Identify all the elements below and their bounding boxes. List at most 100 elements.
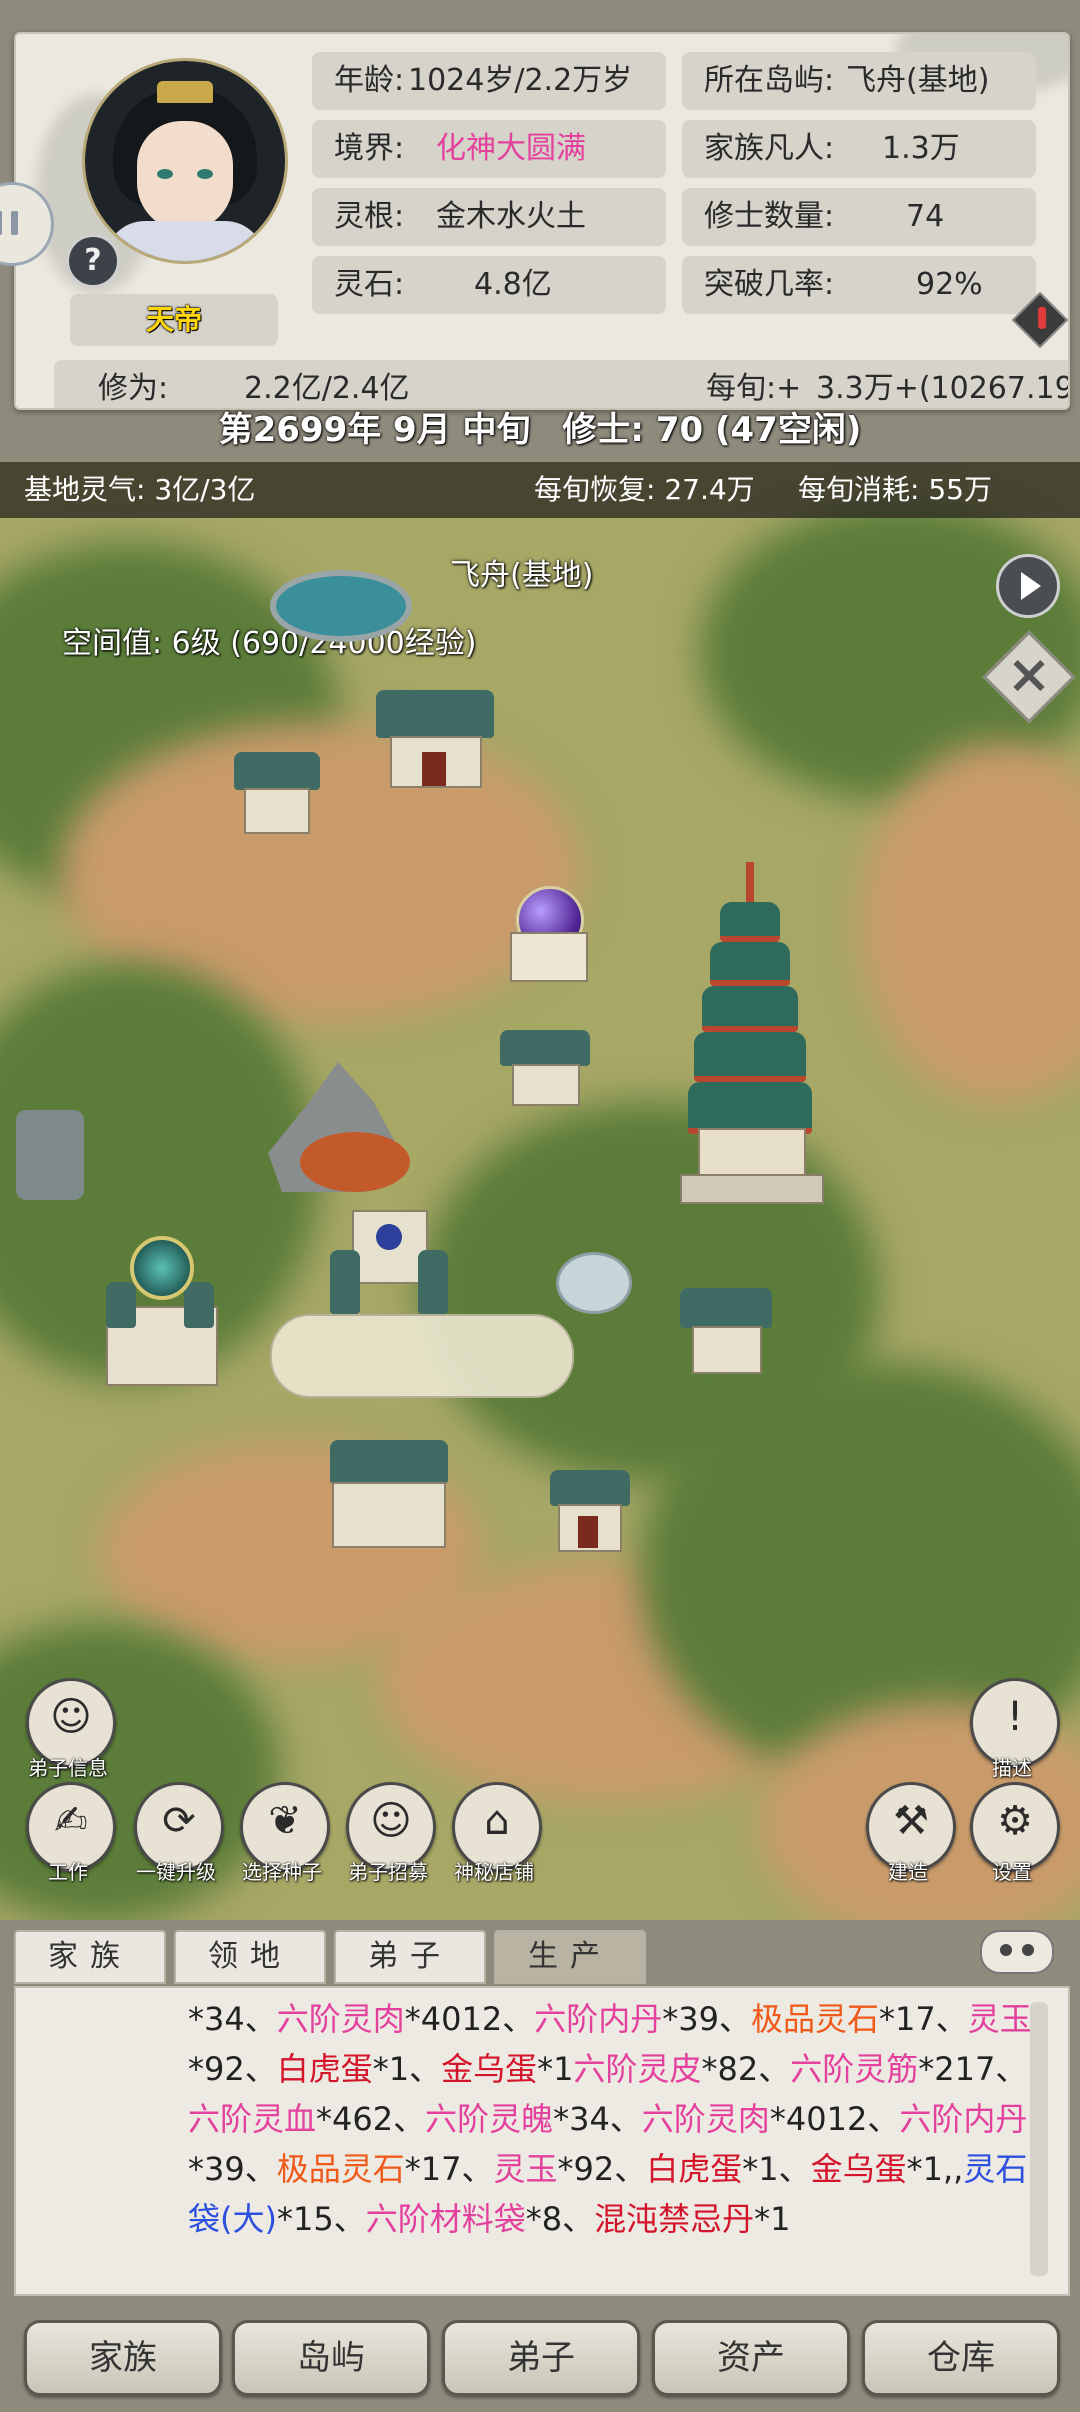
breakthrough-value: 92% (916, 267, 983, 302)
breakthrough-stat: 突破几率: 92% (682, 256, 1036, 314)
log-item-count: *1 (537, 2050, 574, 2088)
cultivators-stat: 修士数量: 74 (682, 188, 1036, 246)
nav-warehouse[interactable]: 仓库 (862, 2320, 1060, 2396)
log-item-name: 灵玉 (967, 2000, 1032, 2038)
tab-family[interactable]: 家族 (14, 1930, 166, 1984)
spirit-pond[interactable] (270, 570, 412, 642)
build-label: 建造 (888, 1860, 928, 1884)
log-item-count: *15、 (276, 2200, 366, 2238)
production-log[interactable]: *34、六阶灵肉*4012、六阶内丹*39、极品灵石*17、灵玉*92、白虎蛋*… (14, 1986, 1070, 2296)
workshop[interactable] (330, 1440, 448, 1550)
player-avatar[interactable] (82, 58, 288, 264)
bottom-panel: 家族 领地 弟子 生产 *34、六阶灵肉*4012、六阶内丹*39、极品灵石*1… (0, 1920, 1080, 2412)
log-item-name: 六阶灵肉 (276, 2000, 405, 2038)
cultivators-label: 修士数量: (704, 199, 835, 234)
hall-building[interactable] (376, 690, 494, 790)
log-item-count: *82、 (701, 2050, 791, 2088)
pavilion[interactable] (500, 1030, 590, 1106)
side-house[interactable] (680, 1288, 772, 1376)
age-stat: 年龄: 1024岁/2.2万岁 (312, 52, 666, 110)
log-item-count: *34、 (188, 2000, 277, 2038)
mortals-label: 家族凡人: (704, 131, 835, 166)
top-frame: 天帝 年龄: 1024岁/2.2万岁 境界: 化神大圆满 灵根: 金木水火土 灵… (0, 0, 1080, 462)
log-item-name: 六阶灵肉 (641, 2100, 770, 2138)
shop-label: 神秘店铺 (454, 1860, 534, 1884)
game-date: 第2699年 9月 中旬 (218, 410, 531, 450)
log-item-count: *4012、 (769, 2100, 900, 2138)
log-item-count: *1,, (906, 2150, 964, 2188)
pagoda-tower[interactable] (680, 862, 824, 1204)
teleport-orb[interactable] (130, 1236, 194, 1300)
log-item-name: 极品灵石 (276, 2150, 405, 2188)
log-item-count: *39、 (188, 2150, 277, 2188)
cloud-ornament-icon[interactable] (980, 1930, 1054, 1974)
tab-production[interactable]: 生产 (494, 1930, 646, 1984)
fountain[interactable] (556, 1252, 632, 1314)
realm-stat: 境界: 化神大圆满 (312, 120, 666, 178)
tab-territory[interactable]: 领地 (174, 1930, 326, 1984)
cultivators-value: 74 (906, 199, 945, 234)
base-map[interactable]: 基地灵气: 3亿/3亿 每旬恢复: 27.4万 每旬消耗: 55万 飞舟(基地)… (0, 462, 1080, 1920)
help-icon[interactable]: ? (66, 234, 120, 288)
nav-island[interactable]: 岛屿 (232, 2320, 430, 2396)
realm-label: 境界: (334, 131, 405, 166)
altar-building[interactable] (330, 1210, 450, 1320)
log-item-name: 六阶内丹 (534, 2000, 663, 2038)
resource-bar: 基地灵气: 3亿/3亿 每旬恢复: 27.4万 每旬消耗: 55万 (0, 462, 1080, 518)
map-title: 飞舟(基地) (450, 558, 594, 593)
log-item-count: *1 (754, 2200, 791, 2238)
disciple-info-label: 弟子信息 (28, 1756, 108, 1780)
small-house[interactable] (234, 752, 320, 838)
play-icon[interactable] (996, 554, 1060, 618)
log-item-name: 金乌蛋 (441, 2050, 538, 2088)
breakthrough-label: 突破几率: (704, 267, 835, 302)
log-item-count: *34、 (553, 2100, 642, 2138)
log-item-name: 六阶灵筋 (790, 2050, 919, 2088)
mortals-stat: 家族凡人: 1.3万 (682, 120, 1036, 178)
tab-bar: 家族 领地 弟子 生产 (14, 1930, 1074, 1984)
production-log-text: *34、六阶灵肉*4012、六阶内丹*39、极品灵石*17、灵玉*92、白虎蛋*… (188, 1994, 1040, 2244)
log-item-count: *8、 (525, 2200, 595, 2238)
log-item-name: 六阶灵血 (188, 2100, 317, 2138)
island-label: 所在岛屿: (704, 63, 835, 98)
log-item-count: *17、 (404, 2150, 494, 2188)
recruit-icon: ☺ (370, 1798, 412, 1844)
age-value: 1024岁/2.2万岁 (408, 63, 633, 98)
stone-cannon[interactable] (16, 1110, 84, 1200)
log-item-count: *4012、 (404, 2000, 535, 2038)
bottom-nav: 家族 岛屿 弟子 资产 仓库 (0, 2308, 1080, 2412)
cultivation-label: 修为: (98, 371, 169, 406)
nav-disciples[interactable]: 弟子 (442, 2320, 640, 2396)
spirit-stones-value: 4.8亿 (474, 267, 552, 302)
age-label: 年龄: (334, 63, 405, 98)
log-item-name: 极品灵石 (750, 2000, 879, 2038)
base-qi: 基地灵气: 3亿/3亿 (24, 473, 256, 506)
log-item-count: *462、 (316, 2100, 426, 2138)
select-seed-label: 选择种子 (242, 1860, 322, 1884)
orb-pedestal (510, 932, 588, 982)
log-item-count: *39、 (662, 2000, 751, 2038)
date-line: 第2699年 9月 中旬 修士: 70 (47空闲) (0, 406, 1080, 454)
log-item-count: *1、 (742, 2150, 811, 2188)
log-item-name: 六阶灵魄 (425, 2100, 554, 2138)
scroll-icon: ✍ (54, 1798, 88, 1844)
tab-disciples[interactable]: 弟子 (334, 1930, 486, 1984)
nav-assets[interactable]: 资产 (652, 2320, 850, 2396)
person-icon: ☺ (50, 1694, 92, 1740)
mortals-value: 1.3万 (882, 131, 960, 166)
log-item-name: 混沌禁忌丹 (594, 2200, 755, 2238)
log-item-name: 金乌蛋 (810, 2150, 907, 2188)
spirit-stones-label: 灵石: (334, 267, 405, 302)
player-name: 天帝 (70, 294, 278, 346)
cultivation-value: 2.2亿/2.4亿 (244, 371, 410, 406)
log-item-name: 六阶灵皮 (573, 2050, 702, 2088)
log-scrollbar[interactable] (1030, 2002, 1048, 2276)
log-item-count: *92、 (188, 2050, 277, 2088)
realm-value: 化神大圆满 (436, 131, 586, 166)
log-item-count: *92、 (557, 2150, 647, 2188)
spirit-root-value: 金木水火土 (436, 199, 586, 234)
exclamation-icon: ! (1006, 1694, 1024, 1740)
recovery-rate: 每旬恢复: 27.4万 (534, 473, 755, 506)
gate-building[interactable] (550, 1470, 630, 1554)
nav-family[interactable]: 家族 (24, 2320, 222, 2396)
